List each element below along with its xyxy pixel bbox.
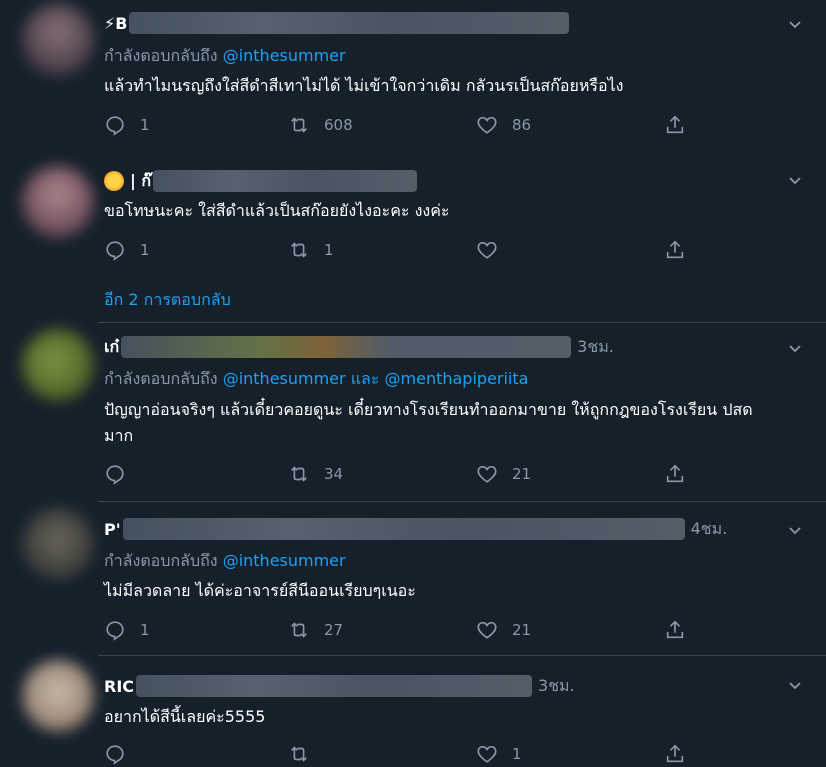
timestamp[interactable]: 4ชม. — [691, 517, 728, 542]
chevron-down-icon[interactable] — [788, 523, 802, 537]
redacted-name — [121, 336, 572, 358]
share-button[interactable] — [664, 237, 686, 263]
reply-feed: ⚡B กำลังตอบกลับถึง @inthesummer แล้วทำไม… — [0, 0, 826, 766]
like-icon — [477, 465, 497, 483]
tweet[interactable]: ⚡B กำลังตอบกลับถึง @inthesummer แล้วทำไม… — [0, 0, 826, 160]
avatar[interactable] — [22, 508, 94, 580]
timestamp[interactable]: 3ชม. — [577, 335, 614, 360]
redacted-name — [129, 12, 570, 34]
retweet-icon — [291, 242, 307, 258]
mention-link[interactable]: @inthesummer — [223, 369, 346, 388]
retweet-button[interactable] — [288, 741, 324, 767]
retweet-button[interactable]: 608 — [288, 112, 353, 138]
share-icon — [666, 744, 684, 763]
timestamp[interactable]: 3ชม. — [538, 674, 575, 699]
redacted-name — [136, 675, 533, 697]
reply-button[interactable] — [104, 741, 140, 767]
retweet-icon — [291, 466, 307, 482]
tweet[interactable]: เก๋ 3ชม. กำลังตอบกลับถึง @inthesummer แล… — [0, 323, 826, 501]
retweet-count: 34 — [324, 465, 344, 483]
redacted-name — [122, 518, 685, 540]
reply-count: 1 — [140, 621, 150, 639]
like-button[interactable]: 86 — [476, 112, 531, 138]
chevron-down-icon[interactable] — [788, 17, 802, 31]
sun-emoji — [104, 171, 124, 191]
reply-button[interactable]: 1 — [104, 112, 150, 138]
like-button[interactable] — [476, 237, 512, 263]
reply-icon — [106, 241, 124, 261]
tweet-text: แล้วทำไมนรญถึงใส่สีดำสีเทาไม่ได้ ไม่เข้า… — [104, 76, 624, 95]
show-more-replies-link[interactable]: อีก 2 การตอบกลับ — [104, 288, 231, 313]
tweet-text: ขอโทษนะคะ ใส่สีดำแล้วเป็นสก๊อยยังไงอะคะ … — [104, 201, 450, 220]
tweet[interactable]: P' 4ชม. กำลังตอบกลับถึง @inthesummer ไม่… — [0, 502, 826, 655]
replying-to: กำลังตอบกลับถึง @inthesummer — [104, 46, 346, 65]
retweet-icon — [291, 622, 307, 638]
like-count: 1 — [512, 745, 522, 763]
avatar[interactable] — [22, 4, 94, 76]
like-count: 21 — [512, 621, 532, 639]
display-name[interactable]: ⚡B — [104, 14, 127, 33]
reply-icon — [106, 465, 124, 485]
tweet-text: ปัญญาอ่อนจริงๆ แล้วเดี๋ยวคอยดูนะ เดี๋ยวท… — [104, 400, 753, 445]
retweet-count: 608 — [324, 116, 353, 134]
retweet-button[interactable]: 34 — [288, 461, 343, 487]
share-button[interactable] — [664, 741, 686, 767]
like-icon — [477, 116, 497, 134]
like-button[interactable]: 1 — [476, 741, 522, 767]
share-icon — [666, 620, 684, 639]
display-name[interactable]: เก๋ — [104, 335, 119, 360]
mention-link[interactable]: @menthapiperiita — [385, 369, 529, 388]
chevron-down-icon[interactable] — [788, 173, 802, 187]
tweet[interactable]: | ก๊ ขอโทษนะคะ ใส่สีดำแล้วเป็นสก๊อยยังไง… — [0, 160, 826, 320]
retweet-button[interactable]: 27 — [288, 617, 343, 643]
like-icon — [477, 621, 497, 639]
share-icon — [666, 115, 684, 134]
mention-link[interactable]: @inthesummer — [223, 551, 346, 570]
avatar[interactable] — [22, 166, 94, 238]
chevron-down-icon[interactable] — [788, 341, 802, 355]
mention-link[interactable]: @inthesummer — [223, 46, 346, 65]
reply-count: 1 — [140, 116, 150, 134]
like-count: 86 — [512, 116, 532, 134]
reply-icon — [106, 621, 124, 641]
reply-count: 1 — [140, 241, 150, 259]
reply-button[interactable] — [104, 461, 140, 487]
like-button[interactable]: 21 — [476, 461, 531, 487]
share-icon — [666, 464, 684, 483]
reply-button[interactable]: 1 — [104, 237, 150, 263]
tweet[interactable]: RIC 3ชม. อยากได้สีนี้เลยค่ะ5555 1 — [0, 656, 826, 766]
tweet-text: ไม่มีลวดลาย ได้ค่ะอาจารย์สีนีออนเรียบๆเน… — [104, 581, 416, 600]
retweet-icon — [291, 746, 307, 762]
retweet-icon — [291, 117, 307, 133]
replying-to: กำลังตอบกลับถึง @inthesummer และ @mentha… — [104, 369, 529, 388]
display-name[interactable]: P' — [104, 520, 121, 539]
like-button[interactable]: 21 — [476, 617, 531, 643]
share-button[interactable] — [664, 617, 686, 643]
reply-icon — [106, 116, 124, 136]
avatar[interactable] — [22, 329, 94, 401]
share-button[interactable] — [664, 461, 686, 487]
like-icon — [477, 745, 497, 763]
retweet-button[interactable]: 1 — [288, 237, 334, 263]
like-icon — [477, 241, 497, 259]
retweet-count: 1 — [324, 241, 334, 259]
share-button[interactable] — [664, 112, 686, 138]
like-count: 21 — [512, 465, 532, 483]
avatar[interactable] — [22, 660, 94, 732]
reply-button[interactable]: 1 — [104, 617, 150, 643]
tweet-text: อยากได้สีนี้เลยค่ะ5555 — [104, 707, 266, 726]
retweet-count: 27 — [324, 621, 344, 639]
display-name[interactable]: | ก๊ — [130, 169, 151, 194]
replying-to: กำลังตอบกลับถึง @inthesummer — [104, 551, 346, 570]
share-icon — [666, 240, 684, 259]
chevron-down-icon[interactable] — [788, 678, 802, 692]
display-name[interactable]: RIC — [104, 677, 134, 696]
redacted-name — [153, 170, 418, 192]
reply-icon — [106, 745, 124, 765]
